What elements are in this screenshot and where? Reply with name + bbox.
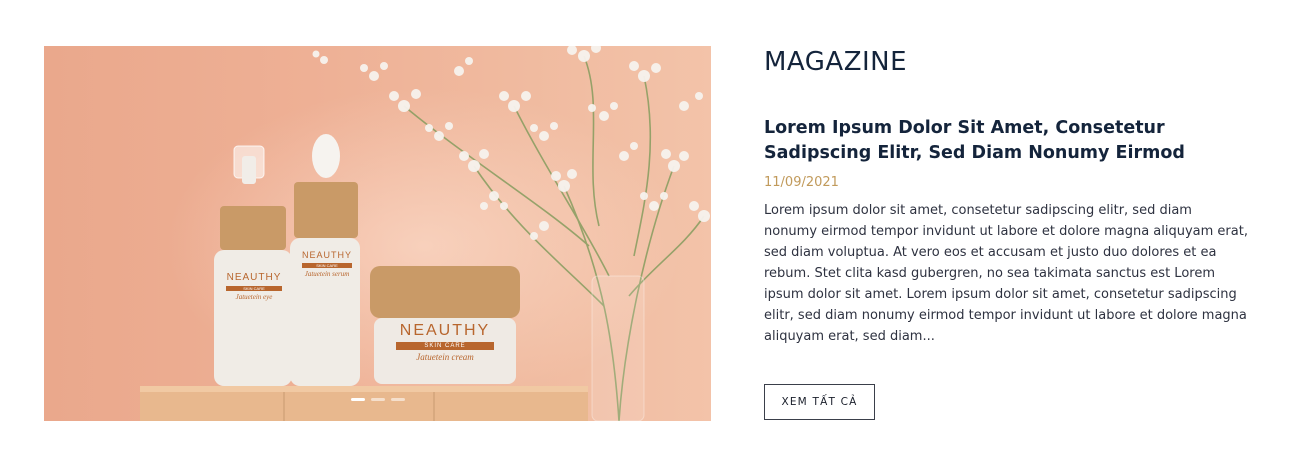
product-label-dropper: NEAUTHY SKIN CARE Jatuetein serum (292, 250, 362, 280)
carousel-dot-3[interactable] (391, 398, 405, 401)
magazine-hero-image[interactable]: NEAUTHY SKIN CARE Jatuetein eye NEAUTHY … (44, 46, 711, 421)
product-label-pump: NEAUTHY SKIN CARE Jatuetein eye (216, 272, 292, 303)
post-title-link[interactable]: Lorem Ipsum Dolor Sit Amet, Consetetur S… (764, 116, 1254, 166)
magazine-section: NEAUTHY SKIN CARE Jatuetein eye NEAUTHY … (0, 0, 1313, 459)
section-title: MAGAZINE (764, 47, 908, 77)
product-brand: NEAUTHY (301, 250, 352, 260)
product-name: Jatuetein cream (416, 352, 474, 362)
product-line: SKIN CARE (396, 342, 494, 350)
product-name: Jatuetein serum (304, 270, 350, 278)
view-all-button[interactable]: XEM TẤT CẢ (764, 384, 875, 420)
product-photo-illustration (140, 46, 710, 421)
magazine-content: MAGAZINE Lorem Ipsum Dolor Sit Amet, Con… (764, 46, 1254, 420)
carousel-pagination (351, 398, 405, 401)
carousel-dot-1[interactable] (351, 398, 365, 401)
product-bottle-pump (214, 145, 292, 386)
post-excerpt: Lorem ipsum dolor sit amet, consetetur s… (764, 203, 1248, 344)
product-brand: NEAUTHY (226, 272, 282, 283)
post-date: 11/09/2021 (764, 175, 839, 190)
product-label-jar: NEAUTHY SKIN CARE Jatuetein cream (384, 322, 506, 364)
wooden-pedestal (140, 386, 588, 421)
product-brand: NEAUTHY (399, 322, 491, 339)
carousel-dot-2[interactable] (371, 398, 385, 401)
product-name: Jatuetein eye (235, 293, 273, 301)
